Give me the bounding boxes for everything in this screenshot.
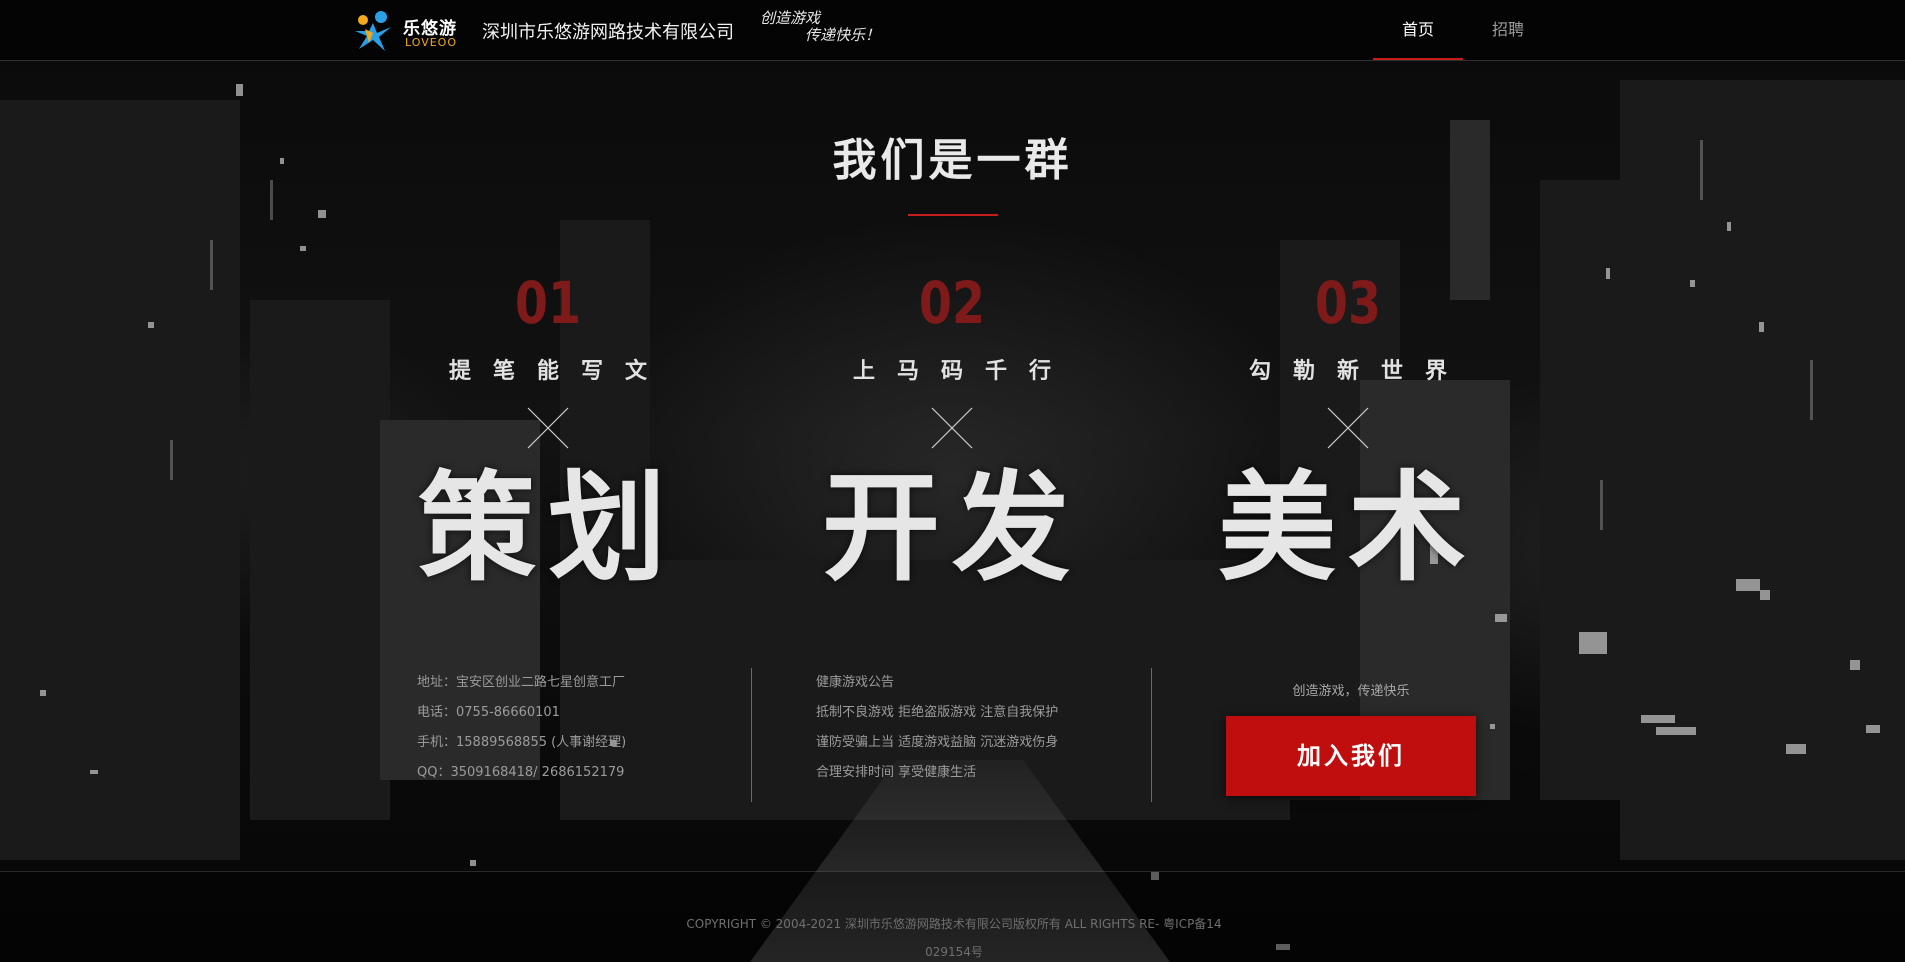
slogan-line-2: 传递快乐！ [805, 26, 881, 44]
header: 乐悠游 LOVEOO 深圳市乐悠游网路技术有限公司 创造游戏 传递快乐！ 首页 … [0, 0, 1905, 61]
page: 乐悠游 LOVEOO 深圳市乐悠游网路技术有限公司 创造游戏 传递快乐！ 首页 … [0, 0, 1905, 962]
join-tagline: 创造游戏，传递快乐 [1292, 684, 1410, 699]
join-us-button[interactable]: 加入我们 [1226, 716, 1476, 796]
role-number: 01 [514, 269, 582, 337]
contact-mobile: 手机：15889568855 (人事谢经理) [417, 735, 627, 750]
info-divider [751, 668, 752, 802]
slogan-line-1: 创造游戏 [760, 9, 821, 27]
notice-line: 谨防受骗上当 适度游戏益脑 沉迷游戏伤身 [816, 735, 1059, 750]
role-title: 开发 [821, 458, 1082, 597]
contact-phone: 电话：0755-86660101 [417, 705, 560, 720]
contact-address: 地址：宝安区创业二路七星创意工厂 [417, 675, 626, 690]
info-divider [1151, 668, 1152, 802]
role-column-art: 03 勾勒新世界 美术 [1198, 270, 1498, 590]
contact-qq: QQ：3509168418/ 2686152179 [417, 765, 625, 780]
cross-icon [1327, 407, 1369, 449]
contact-info: 地址：宝安区创业二路七星创意工厂 电话：0755-86660101 手机：158… [417, 668, 626, 788]
role-subtitle: 提笔能写文 [448, 358, 669, 384]
role-column-development: 02 上马码千行 开发 [802, 270, 1102, 590]
nav-home[interactable]: 首页 [1373, 0, 1463, 60]
role-title: 策划 [417, 458, 678, 597]
role-subtitle: 勾勒新世界 [1248, 358, 1469, 384]
logo-text-en: LOVEOO [405, 36, 457, 49]
notice-line: 抵制不良游戏 拒绝盗版游戏 注意自我保护 [816, 705, 1059, 720]
footer: COPYRIGHT © 2004-2021 深圳市乐悠游网路技术有限公司版权所有… [0, 871, 1905, 962]
role-number: 02 [918, 269, 986, 337]
nav-recruitment[interactable]: 招聘 [1463, 0, 1553, 59]
company-name: 深圳市乐悠游网路技术有限公司 [482, 22, 734, 43]
role-column-planning: 01 提笔能写文 策划 [398, 270, 698, 590]
title-underline [908, 214, 998, 216]
role-subtitle: 上马码千行 [852, 358, 1073, 384]
copyright-line: COPYRIGHT © 2004-2021 深圳市乐悠游网路技术有限公司版权所有… [686, 917, 1160, 931]
section-title: 我们是一群 [832, 135, 1073, 186]
health-notice: 健康游戏公告 抵制不良游戏 拒绝盗版游戏 注意自我保护 谨防受骗上当 适度游戏益… [816, 668, 1058, 788]
copyright-text: COPYRIGHT © 2004-2021 深圳市乐悠游网路技术有限公司版权所有… [686, 910, 1222, 962]
role-title: 美术 [1217, 458, 1478, 597]
notice-line: 合理安排时间 享受健康生活 [816, 765, 977, 780]
role-number: 03 [1314, 269, 1382, 337]
cross-icon [931, 407, 973, 449]
cross-icon [527, 407, 569, 449]
company-logo[interactable]: 乐悠游 LOVEOO [351, 8, 457, 52]
notice-title: 健康游戏公告 [816, 675, 895, 690]
logo-figure-icon [355, 11, 391, 51]
header-slogan: 创造游戏 传递快乐！ [760, 10, 900, 50]
